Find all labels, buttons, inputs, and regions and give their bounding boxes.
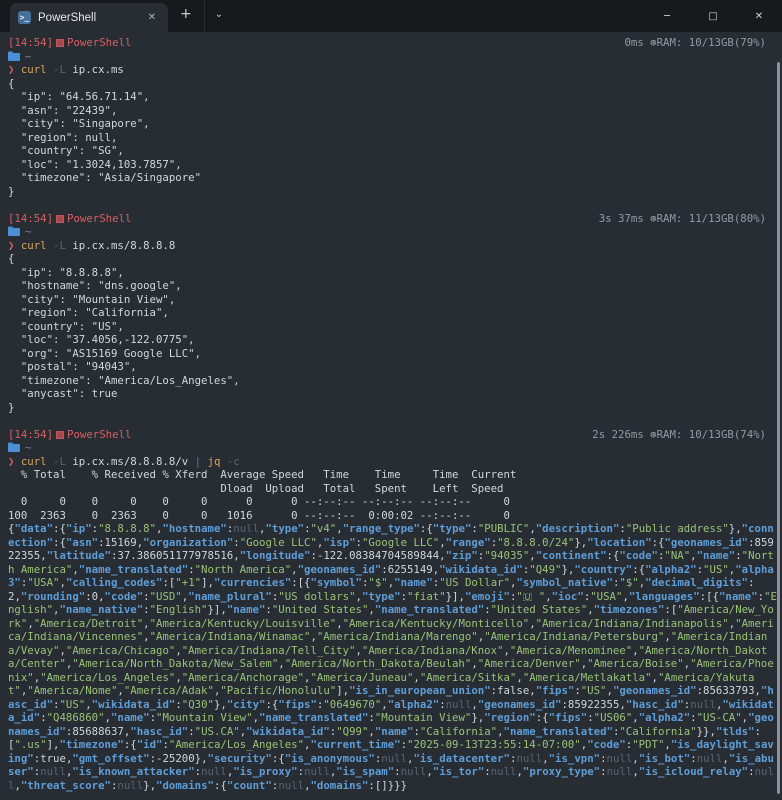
cwd-line: ~	[8, 441, 782, 455]
powershell-glyph-icon	[56, 215, 64, 223]
powershell-glyph-icon	[56, 39, 64, 47]
command-arg: ip.cx.ms/8.8.8.8/v	[72, 455, 188, 468]
shell-name: PowerShell	[67, 36, 131, 49]
command-line: ❯ curl -L ip.cx.ms/8.8.8.8	[8, 239, 782, 253]
command-flag: -L	[53, 455, 66, 468]
resource-status: 2s 226ms ⊛RAM: 10/13GB(74%)	[592, 428, 766, 442]
minimize-button[interactable]: ─	[644, 0, 690, 32]
command-line: ❯ curl -L ip.cx.ms/8.8.8.8/v | jq -c	[8, 455, 782, 469]
folder-icon	[8, 226, 20, 236]
prompt-icon: ❯	[8, 455, 14, 468]
powershell-icon: >_	[18, 11, 31, 24]
pipe-separator: |	[195, 455, 201, 468]
prompt-header: [14:54] PowerShell 0ms ⊛RAM: 10/13GB(79%)	[8, 36, 782, 50]
command-arg: ip.cx.ms	[72, 63, 123, 76]
json-blob: {"data":{"ip":"8.8.8.8","hostname":null,…	[8, 522, 780, 792]
cwd-label: ~	[25, 50, 31, 63]
maximize-button[interactable]: □	[690, 0, 736, 32]
command-program: curl	[21, 455, 47, 468]
resource-status: 3s 37ms ⊛RAM: 11/13GB(80%)	[599, 212, 766, 226]
scrollbar[interactable]	[777, 62, 780, 794]
cwd-line: ~	[8, 225, 782, 239]
shell-name: PowerShell	[67, 428, 131, 441]
command-line: ❯ curl -L ip.cx.ms	[8, 63, 782, 77]
prompt-header: [14:54] PowerShell 2s 226ms ⊛RAM: 10/13GB(…	[8, 428, 782, 442]
command-program: curl	[21, 239, 47, 252]
tab-powershell[interactable]: >_ PowerShell ✕	[10, 3, 168, 32]
window-controls: ─ □ ✕	[644, 0, 782, 32]
command-output: { "ip": "8.8.8.8", "hostname": "dns.goog…	[8, 252, 782, 414]
command-block-1: [14:54]PowerShell0ms ⊛RAM: 10/13GB(79%) …	[8, 36, 782, 198]
timestamp: [14:54]	[8, 428, 53, 441]
shell-name: PowerShell	[67, 212, 131, 225]
command-program-2: jq	[208, 455, 221, 468]
command-block-2: [14:54] PowerShell 3s 37ms ⊛RAM: 11/13GB(8…	[8, 212, 782, 415]
timestamp: [14:54]	[8, 36, 53, 49]
command-block-3: [14:54] PowerShell 2s 226ms ⊛RAM: 10/13GB(…	[8, 428, 782, 793]
prompt-icon: ❯	[8, 239, 14, 252]
folder-icon	[8, 51, 20, 61]
new-tab-button[interactable]: +	[168, 0, 204, 32]
resource-status: 0ms ⊛RAM: 10/13GB(79%)	[624, 36, 766, 50]
timestamp: [14:54]	[8, 212, 53, 225]
tab-close-icon[interactable]: ✕	[144, 10, 160, 25]
prompt-header: [14:54] PowerShell 3s 37ms ⊛RAM: 11/13GB(8…	[8, 212, 782, 226]
title-bar: >_ PowerShell ✕ + ⌄ ─ □ ✕	[0, 0, 782, 32]
curl-progress-table: % Total % Received % Xferd Average Speed…	[8, 468, 782, 522]
cwd-line: ~	[8, 50, 782, 64]
powershell-glyph-icon	[56, 431, 64, 439]
cwd-label: ~	[25, 225, 31, 238]
prompt-icon: ❯	[8, 63, 14, 76]
command-output: { "ip": "64.56.71.14", "asn": "22439", "…	[8, 77, 782, 199]
terminal: [14:54]PowerShell0ms ⊛RAM: 10/13GB(79%) …	[0, 32, 782, 800]
command-flag: -L	[53, 239, 66, 252]
command-flag-2: -c	[227, 455, 240, 468]
folder-icon	[8, 442, 20, 452]
close-button[interactable]: ✕	[736, 0, 782, 32]
tab-dropdown-button[interactable]: ⌄	[204, 0, 233, 32]
tab-title: PowerShell	[38, 12, 144, 24]
cwd-label: ~	[25, 441, 31, 454]
command-arg: ip.cx.ms/8.8.8.8	[72, 239, 175, 252]
command-flag: -L	[53, 63, 66, 76]
command-program: curl	[21, 63, 47, 76]
